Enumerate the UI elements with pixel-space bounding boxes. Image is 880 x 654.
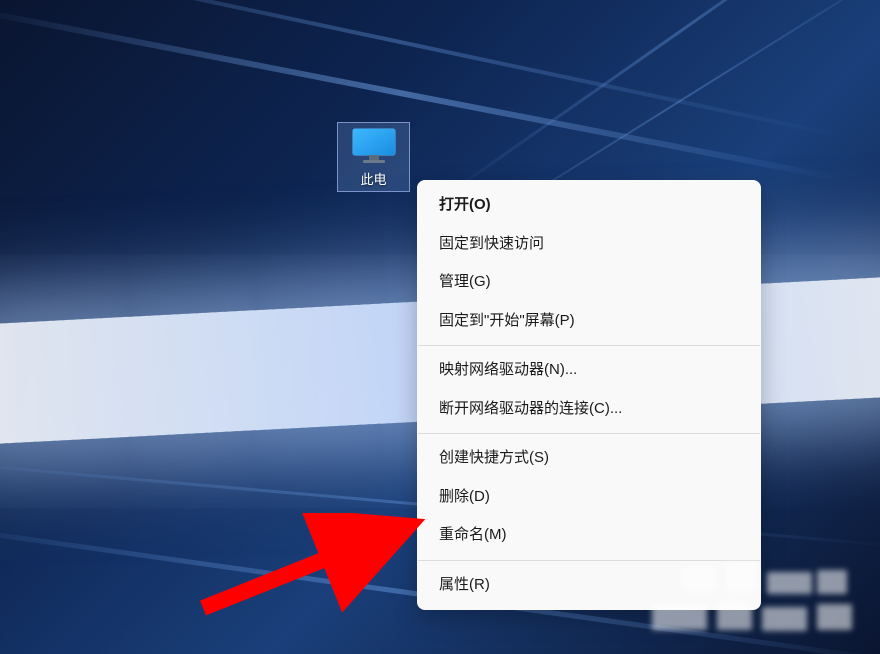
context-menu-item[interactable]: 重命名(M): [417, 516, 761, 555]
monitor-icon: [349, 126, 399, 166]
context-menu: 打开(O)固定到快速访问管理(G)固定到"开始"屏幕(P) 映射网络驱动器(N).…: [417, 180, 761, 610]
context-menu-item[interactable]: 删除(D): [417, 478, 761, 517]
context-menu-item[interactable]: 断开网络驱动器的连接(C)...: [417, 390, 761, 429]
desktop-icon-label: 此电: [341, 169, 406, 188]
context-menu-item[interactable]: 打开(O): [417, 186, 761, 225]
this-pc-desktop-icon[interactable]: 此电: [337, 122, 410, 192]
menu-separator: [418, 560, 760, 561]
menu-separator: [418, 345, 760, 346]
context-menu-item[interactable]: 映射网络驱动器(N)...: [417, 351, 761, 390]
context-menu-item[interactable]: 属性(R): [417, 566, 761, 605]
context-menu-item[interactable]: 固定到"开始"屏幕(P): [417, 302, 761, 341]
context-menu-item[interactable]: 固定到快速访问: [417, 225, 761, 264]
context-menu-item[interactable]: 创建快捷方式(S): [417, 439, 761, 478]
menu-separator: [418, 433, 760, 434]
context-menu-item[interactable]: 管理(G): [417, 263, 761, 302]
